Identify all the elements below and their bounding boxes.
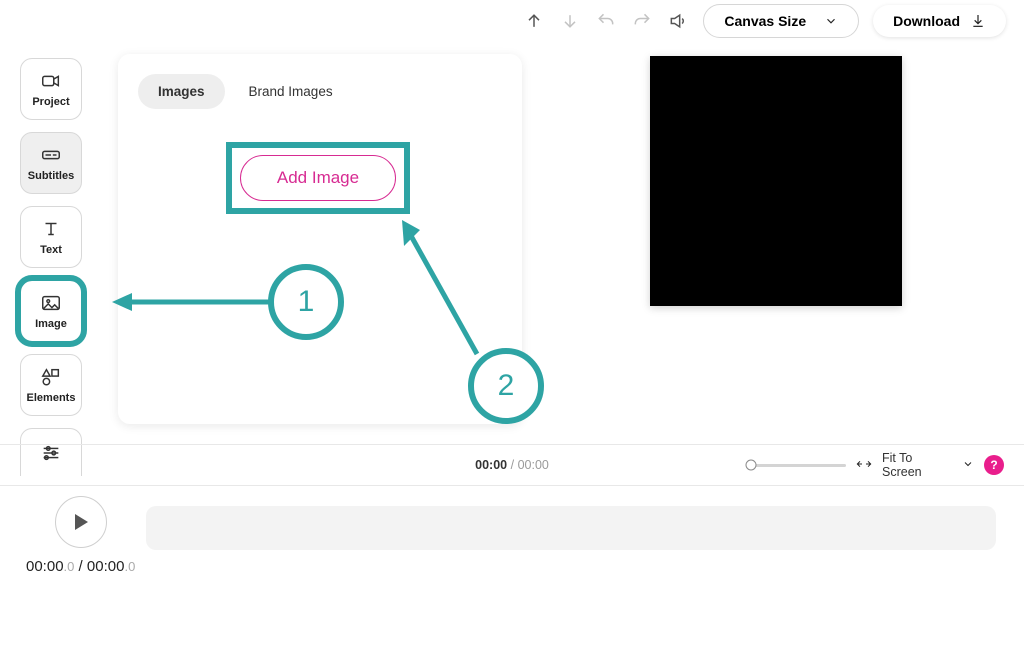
canvas-size-label: Canvas Size	[724, 13, 806, 29]
play-button[interactable]	[55, 496, 107, 548]
canvas-size-button[interactable]: Canvas Size	[703, 4, 859, 38]
shapes-icon	[40, 366, 62, 388]
sidebar-item-elements[interactable]: Elements	[20, 354, 82, 416]
annotation-step-2: 2	[468, 348, 544, 424]
fit-to-screen-button[interactable]: Fit To Screen	[882, 451, 952, 480]
timeline-track[interactable]	[146, 506, 996, 550]
image-panel: Images Brand Images Add Image	[118, 54, 522, 424]
help-button[interactable]: ?	[984, 455, 1004, 475]
sidebar-item-label: Image	[35, 318, 67, 330]
sidebar-item-subtitles[interactable]: Subtitles	[20, 132, 82, 194]
sidebar-item-label: Project	[32, 96, 69, 108]
add-image-highlight: Add Image	[226, 142, 410, 214]
timeline-current-time: 00:00	[475, 458, 507, 472]
sidebar: Project Subtitles Text Image Elements	[20, 58, 90, 476]
sidebar-item-project[interactable]: Project	[20, 58, 82, 120]
chevron-down-icon[interactable]	[962, 458, 974, 473]
sidebar-item-text[interactable]: Text	[20, 206, 82, 268]
zoom-slider[interactable]	[751, 464, 846, 467]
tab-brand-images[interactable]: Brand Images	[229, 74, 353, 109]
sidebar-item-label: Text	[40, 244, 62, 256]
sidebar-item-image[interactable]: Image	[20, 280, 82, 342]
player-controls: 00:00.0 / 00:00.0	[26, 496, 135, 575]
text-icon	[40, 218, 62, 240]
sidebar-item-label: Subtitles	[28, 170, 74, 182]
player-total-time: 00:00	[87, 558, 125, 575]
undo-icon[interactable]	[595, 10, 617, 32]
fit-to-screen-label: Fit To Screen	[882, 451, 952, 480]
sidebar-item-label: Elements	[27, 392, 76, 404]
download-button[interactable]: Download	[873, 5, 1006, 37]
panel-tabs: Images Brand Images	[138, 74, 502, 109]
arrow-down-icon[interactable]	[559, 10, 581, 32]
timeline-info-bar: 00:00 / 00:00 Fit To Screen ?	[0, 444, 1024, 486]
timeline-total-time: 00:00	[518, 458, 549, 472]
player-time-display: 00:00.0 / 00:00.0	[26, 558, 135, 575]
arrow-up-icon[interactable]	[523, 10, 545, 32]
download-icon	[970, 13, 986, 29]
tab-images[interactable]: Images	[138, 74, 225, 109]
canvas-preview[interactable]	[650, 56, 902, 306]
download-label: Download	[893, 13, 960, 29]
zoom-slider-thumb[interactable]	[746, 460, 757, 471]
annotation-step-1: 1	[268, 264, 344, 340]
top-toolbar: Canvas Size Download	[0, 0, 1024, 42]
subtitles-icon	[40, 144, 62, 166]
timeline-time-display: 00:00 / 00:00	[475, 458, 549, 472]
fit-to-screen-icon	[856, 458, 872, 473]
chevron-down-icon	[824, 14, 838, 28]
image-icon	[40, 292, 62, 314]
add-image-button[interactable]: Add Image	[240, 155, 396, 201]
player-current-time: 00:00	[26, 558, 64, 575]
volume-icon[interactable]	[667, 10, 689, 32]
redo-icon[interactable]	[631, 10, 653, 32]
video-camera-icon	[40, 70, 62, 92]
